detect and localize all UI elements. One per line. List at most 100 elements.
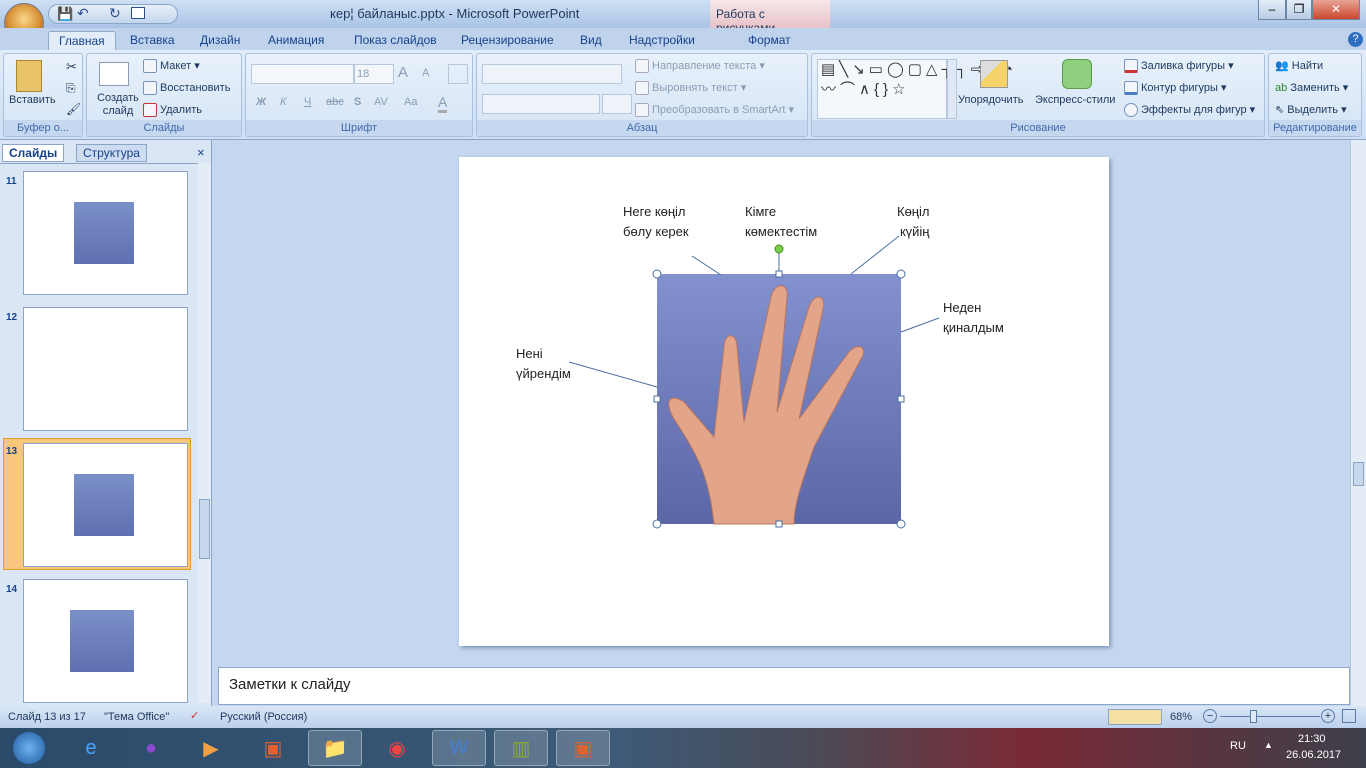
scroll-thumb[interactable]	[199, 499, 210, 559]
tab-design[interactable]: Дизайн	[190, 31, 250, 51]
new-slide-button[interactable]: Создать слайд	[95, 92, 141, 118]
label-kimge[interactable]: Кімге көмектестім	[745, 202, 817, 242]
ie-icon[interactable]: e	[64, 730, 118, 766]
shape-fill-button[interactable]: Заливка фигуры ▾	[1124, 59, 1234, 74]
clock-time[interactable]: 21:30	[1298, 733, 1326, 745]
zoom-out-button[interactable]: −	[1203, 709, 1217, 723]
bold-button[interactable]: Ж	[256, 96, 266, 108]
paste-button[interactable]: Вставить	[9, 94, 56, 106]
slide-canvas[interactable]: Неге көңіл бөлу керек Кімге көмектестім …	[459, 157, 1109, 646]
tab-slideshow[interactable]: Показ слайдов	[344, 31, 447, 51]
slide-scrollbar[interactable]	[1350, 140, 1366, 706]
save-icon[interactable]: 💾	[57, 6, 73, 22]
shape-outline-button[interactable]: Контур фигуры ▾	[1124, 81, 1227, 96]
start-button[interactable]	[2, 730, 56, 766]
panel-scrollbar[interactable]	[198, 163, 211, 703]
shape-effects-button[interactable]: Эффекты для фигур ▾	[1124, 103, 1255, 118]
arrange-button[interactable]: Упорядочить	[958, 94, 1023, 106]
italic-button[interactable]: К	[280, 96, 286, 108]
slide-thumbnail-12[interactable]	[23, 307, 188, 431]
grow-font-button[interactable]: A	[398, 64, 408, 81]
alignment-buttons[interactable]	[482, 94, 600, 114]
layout-button[interactable]: Макет ▾	[143, 59, 200, 74]
tab-outline[interactable]: Структура	[76, 144, 147, 162]
label-neden[interactable]: Неден қиналдым	[943, 298, 1004, 338]
char-spacing-button[interactable]: AV	[374, 96, 388, 108]
chrome-icon[interactable]: ◉	[370, 730, 424, 766]
shapes-gallery-scroll[interactable]	[947, 59, 957, 119]
notes-pane[interactable]: Заметки к слайду	[218, 667, 1350, 705]
reset-button[interactable]: Восстановить	[143, 81, 230, 95]
restore-button[interactable]: ❐	[1286, 0, 1312, 20]
winrar-icon[interactable]: ▥	[494, 730, 548, 766]
tray-expand-icon[interactable]: ▲	[1264, 740, 1273, 750]
copy-icon[interactable]: ⎘	[66, 81, 76, 96]
slideshow-icon[interactable]	[131, 7, 145, 19]
close-panel-button[interactable]: ×	[197, 145, 205, 160]
quick-access-toolbar[interactable]: 💾 ↶ ↻	[48, 4, 178, 24]
tab-addins[interactable]: Надстройки	[619, 31, 705, 51]
zoom-level[interactable]: 68%	[1170, 711, 1192, 723]
tab-format[interactable]: Формат	[738, 31, 801, 51]
change-case-button[interactable]: Aa	[404, 96, 417, 108]
slide-thumbnail-13[interactable]	[23, 443, 188, 567]
app-icon[interactable]: ●	[124, 730, 178, 766]
text-direction-button[interactable]: Направление текста ▾	[635, 59, 765, 74]
language[interactable]: Русский (Россия)	[220, 711, 307, 723]
zoom-slider[interactable]	[1220, 716, 1320, 717]
help-icon[interactable]: ?	[1348, 32, 1363, 47]
zoom-slider-thumb[interactable]	[1250, 710, 1257, 723]
slide-thumbnail-14[interactable]	[23, 579, 188, 703]
scroll-thumb[interactable]	[1353, 462, 1364, 486]
slide-thumbnail-11[interactable]	[23, 171, 188, 295]
align-text-button[interactable]: Выровнять текст ▾	[635, 81, 746, 96]
strikethrough-button[interactable]: abc	[326, 96, 344, 108]
minimize-button[interactable]: –	[1258, 0, 1286, 20]
word-icon[interactable]: W	[432, 730, 486, 766]
underline-button[interactable]: Ч	[304, 96, 311, 108]
shrink-font-button[interactable]: A	[422, 67, 429, 79]
media-player-icon[interactable]: ▶	[184, 730, 238, 766]
zoom-in-button[interactable]: +	[1321, 709, 1335, 723]
columns-button[interactable]	[602, 94, 632, 114]
clear-format-button[interactable]	[448, 64, 468, 84]
replace-button[interactable]: ab Заменить ▾	[1275, 81, 1348, 94]
format-painter-icon[interactable]: 🖌	[66, 102, 81, 116]
select-button[interactable]: ⇖ Выделить ▾	[1275, 103, 1347, 116]
cut-icon[interactable]: ✂	[66, 59, 77, 75]
tab-insert[interactable]: Вставка	[120, 31, 185, 51]
redo-icon[interactable]: ↻	[109, 5, 121, 22]
tab-review[interactable]: Рецензирование	[451, 31, 564, 51]
label-nege[interactable]: Неге көңіл бөлу керек	[623, 202, 689, 242]
label-konil[interactable]: Көңіл күйің	[897, 202, 929, 242]
new-slide-icon[interactable]	[99, 62, 129, 86]
find-button[interactable]: 👥 Найти	[1275, 59, 1323, 72]
tab-animation[interactable]: Анимация	[258, 31, 334, 51]
shapes-gallery[interactable]: ▤╲↘▭◯▢△┐┐⇨⇩◔〰⌒∧{}☆	[817, 59, 1013, 119]
shadow-button[interactable]: S	[354, 96, 361, 108]
theme-name[interactable]: "Тема Office"	[104, 711, 169, 723]
tab-view[interactable]: Вид	[570, 31, 612, 51]
list-buttons[interactable]	[482, 64, 622, 84]
tab-slides[interactable]: Слайды	[2, 144, 65, 162]
font-color-button[interactable]: A	[438, 94, 448, 113]
font-size-select[interactable]: 18	[354, 64, 394, 84]
delete-slide-button[interactable]: Удалить	[143, 103, 202, 117]
powerpoint-window-icon[interactable]: ▣	[556, 730, 610, 766]
powerpoint-pin-icon[interactable]: ▣	[246, 730, 300, 766]
clock-date[interactable]: 26.06.2017	[1286, 749, 1341, 761]
explorer-icon[interactable]: 📁	[308, 730, 362, 766]
view-buttons[interactable]	[1108, 709, 1162, 725]
quick-styles-button[interactable]: Экспресс-стили	[1035, 94, 1115, 106]
undo-icon[interactable]: ↶	[77, 5, 89, 22]
rotate-handle[interactable]	[774, 244, 784, 254]
font-name-select[interactable]	[251, 64, 354, 84]
tab-home[interactable]: Главная	[48, 31, 116, 51]
smartart-button[interactable]: Преобразовать в SmartArt ▾	[635, 103, 794, 118]
close-button[interactable]: ✕	[1312, 0, 1360, 20]
paste-icon[interactable]	[16, 60, 42, 92]
fit-to-window-button[interactable]	[1342, 709, 1356, 723]
label-neni[interactable]: Нені үйрендім	[516, 344, 571, 384]
spellcheck-icon[interactable]: ✓	[190, 709, 199, 722]
keyboard-language[interactable]: RU	[1230, 740, 1246, 752]
